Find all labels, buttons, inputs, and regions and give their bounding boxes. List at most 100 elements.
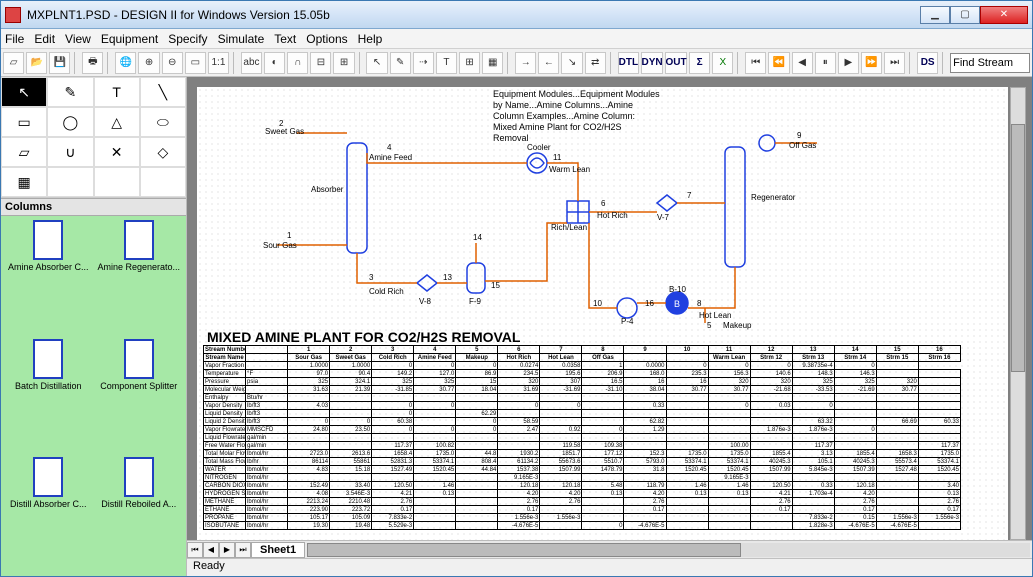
zoom-page-icon[interactable]: ▭ — [185, 52, 206, 74]
menu-simulate[interactable]: Simulate — [218, 32, 265, 46]
palette-item[interactable]: Distill Absorber C... — [5, 457, 92, 572]
arrow-swap-icon[interactable]: ⇄ — [585, 52, 606, 74]
pause-icon[interactable]: ⏸ — [815, 52, 836, 74]
tool-cross[interactable]: ✕ — [94, 137, 140, 167]
shape-tools: ↖ ✎ T ╲ ▭ ◯ △ ⬭ ▱ ∪ ✕ ◇ ▦ — [1, 77, 186, 198]
column-icon — [33, 457, 63, 497]
main-area: Equipment Modules...Equipment Modules by… — [187, 77, 1032, 576]
tool-diamond[interactable]: ◇ — [140, 137, 186, 167]
dyn-button[interactable]: DYN — [641, 52, 663, 74]
horizontal-scrollbar[interactable] — [307, 543, 1030, 557]
zoom-out-icon[interactable]: ⊖ — [162, 52, 183, 74]
canvas[interactable]: Equipment Modules...Equipment Modules by… — [187, 77, 1032, 540]
stream-icon[interactable]: ⇢ — [413, 52, 434, 74]
new-icon[interactable]: ▱ — [3, 52, 24, 74]
pencil-icon[interactable]: ✎ — [390, 52, 411, 74]
zoom-100-icon[interactable]: 1:1 — [208, 52, 229, 74]
tool-pointer[interactable]: ↖ — [1, 77, 47, 107]
excel-icon[interactable]: X — [712, 52, 733, 74]
minimize-button[interactable] — [920, 6, 950, 24]
app-icon — [5, 7, 21, 23]
menu-help[interactable]: Help — [358, 32, 383, 46]
diagram-title: MIXED AMINE PLANT FOR CO2/H2S REMOVAL — [207, 329, 520, 345]
tool-circle[interactable]: ◯ — [47, 107, 93, 137]
tool-parallelogram[interactable]: ▱ — [1, 137, 47, 167]
column-icon — [124, 339, 154, 379]
prev-fast-icon[interactable]: ⏪ — [768, 52, 789, 74]
prev-icon[interactable]: ◀ — [792, 52, 813, 74]
next-icon[interactable]: ▶ — [838, 52, 859, 74]
abc-icon[interactable]: abc — [241, 52, 262, 74]
grid-icon[interactable]: ⊞ — [333, 52, 354, 74]
tab-prev-icon[interactable]: ◀ — [203, 542, 219, 558]
arrow-branch-icon[interactable]: ↘ — [561, 52, 582, 74]
sheet-tab[interactable]: Sheet1 — [251, 542, 305, 558]
balloon-icon[interactable]: ◐ — [264, 52, 285, 74]
ds-button[interactable]: DS — [917, 52, 938, 74]
palette[interactable]: Amine Absorber C... Amine Regenerato... … — [1, 216, 186, 576]
column-icon — [124, 220, 154, 260]
process-diagram[interactable]: B — [237, 113, 867, 323]
spreadsheet-icon[interactable]: ▦ — [482, 52, 503, 74]
table-icon[interactable]: ⊞ — [459, 52, 480, 74]
menubar: File Edit View Equipment Specify Simulat… — [1, 29, 1032, 49]
menu-text[interactable]: Text — [274, 32, 296, 46]
next-fast-icon[interactable]: ⏩ — [861, 52, 882, 74]
tab-next-icon[interactable]: ▶ — [219, 542, 235, 558]
titlebar: MXPLNT1.PSD - DESIGN II for Windows Vers… — [1, 1, 1032, 29]
globe-icon[interactable]: 🌐 — [115, 52, 136, 74]
stream-table: Stream Number12345678910111213141516Stre… — [203, 345, 961, 530]
tool-pencil[interactable]: ✎ — [47, 77, 93, 107]
tool-triangle[interactable]: △ — [94, 107, 140, 137]
magnet-icon[interactable]: ∩ — [287, 52, 308, 74]
tool-ellipse[interactable]: ⬭ — [140, 107, 186, 137]
window-title: MXPLNT1.PSD - DESIGN II for Windows Vers… — [27, 8, 920, 22]
menu-edit[interactable]: Edit — [34, 32, 55, 46]
open-icon[interactable]: 📂 — [26, 52, 47, 74]
tool-arc[interactable]: ∪ — [47, 137, 93, 167]
menu-specify[interactable]: Specify — [168, 32, 207, 46]
palette-item[interactable]: Batch Distillation — [5, 339, 92, 454]
palette-item[interactable]: Component Splitter — [96, 339, 183, 454]
first-icon[interactable]: ⏮ — [745, 52, 766, 74]
pointer-icon[interactable]: ↖ — [366, 52, 387, 74]
tab-first-icon[interactable]: ⏮ — [187, 542, 203, 558]
menu-equipment[interactable]: Equipment — [101, 32, 158, 46]
left-panel: ↖ ✎ T ╲ ▭ ◯ △ ⬭ ▱ ∪ ✕ ◇ ▦ Columns Amine … — [1, 77, 187, 576]
column-icon — [33, 339, 63, 379]
tool-text[interactable]: T — [94, 77, 140, 107]
palette-item[interactable]: Distill Reboiled A... — [96, 457, 183, 572]
out-button[interactable]: OUT — [665, 52, 687, 74]
tool-line[interactable]: ╲ — [140, 77, 186, 107]
column-icon — [33, 220, 63, 260]
menu-view[interactable]: View — [65, 32, 91, 46]
toolbar: ▱ 📂 💾 🖶 🌐 ⊕ ⊖ ▭ 1:1 abc ◐ ∩ ⊟ ⊞ ↖ ✎ ⇢ T … — [1, 49, 1032, 77]
close-button[interactable] — [980, 6, 1028, 24]
tool-rect[interactable]: ▭ — [1, 107, 47, 137]
statusbar: Ready — [187, 558, 1032, 576]
menu-file[interactable]: File — [5, 32, 24, 46]
print-icon[interactable]: 🖶 — [82, 52, 103, 74]
dtl-button[interactable]: DTL — [618, 52, 639, 74]
maximize-button[interactable] — [950, 6, 980, 24]
arrow-right-icon[interactable]: → — [515, 52, 536, 74]
sheet[interactable]: Equipment Modules...Equipment Modules by… — [197, 87, 1008, 540]
palette-header: Columns — [1, 198, 186, 216]
text-icon[interactable]: T — [436, 52, 457, 74]
sheet-tab-bar: ⏮ ◀ ▶ ⏭ Sheet1 — [187, 540, 1032, 558]
zoom-in-icon[interactable]: ⊕ — [138, 52, 159, 74]
tab-last-icon[interactable]: ⏭ — [235, 542, 251, 558]
palette-item[interactable]: Amine Regenerato... — [96, 220, 183, 335]
find-stream-input[interactable] — [950, 53, 1030, 73]
align-icon[interactable]: ⊟ — [310, 52, 331, 74]
palette-item[interactable]: Amine Absorber C... — [5, 220, 92, 335]
menu-options[interactable]: Options — [306, 32, 347, 46]
save-icon[interactable]: 💾 — [49, 52, 70, 74]
arrow-left-icon[interactable]: ← — [538, 52, 559, 74]
last-icon[interactable]: ⏭ — [884, 52, 905, 74]
column-icon — [124, 457, 154, 497]
sigma-button[interactable]: Σ — [689, 52, 710, 74]
tool-table[interactable]: ▦ — [1, 167, 47, 197]
vertical-scrollbar[interactable] — [1010, 87, 1026, 540]
app-window: MXPLNT1.PSD - DESIGN II for Windows Vers… — [0, 0, 1033, 577]
